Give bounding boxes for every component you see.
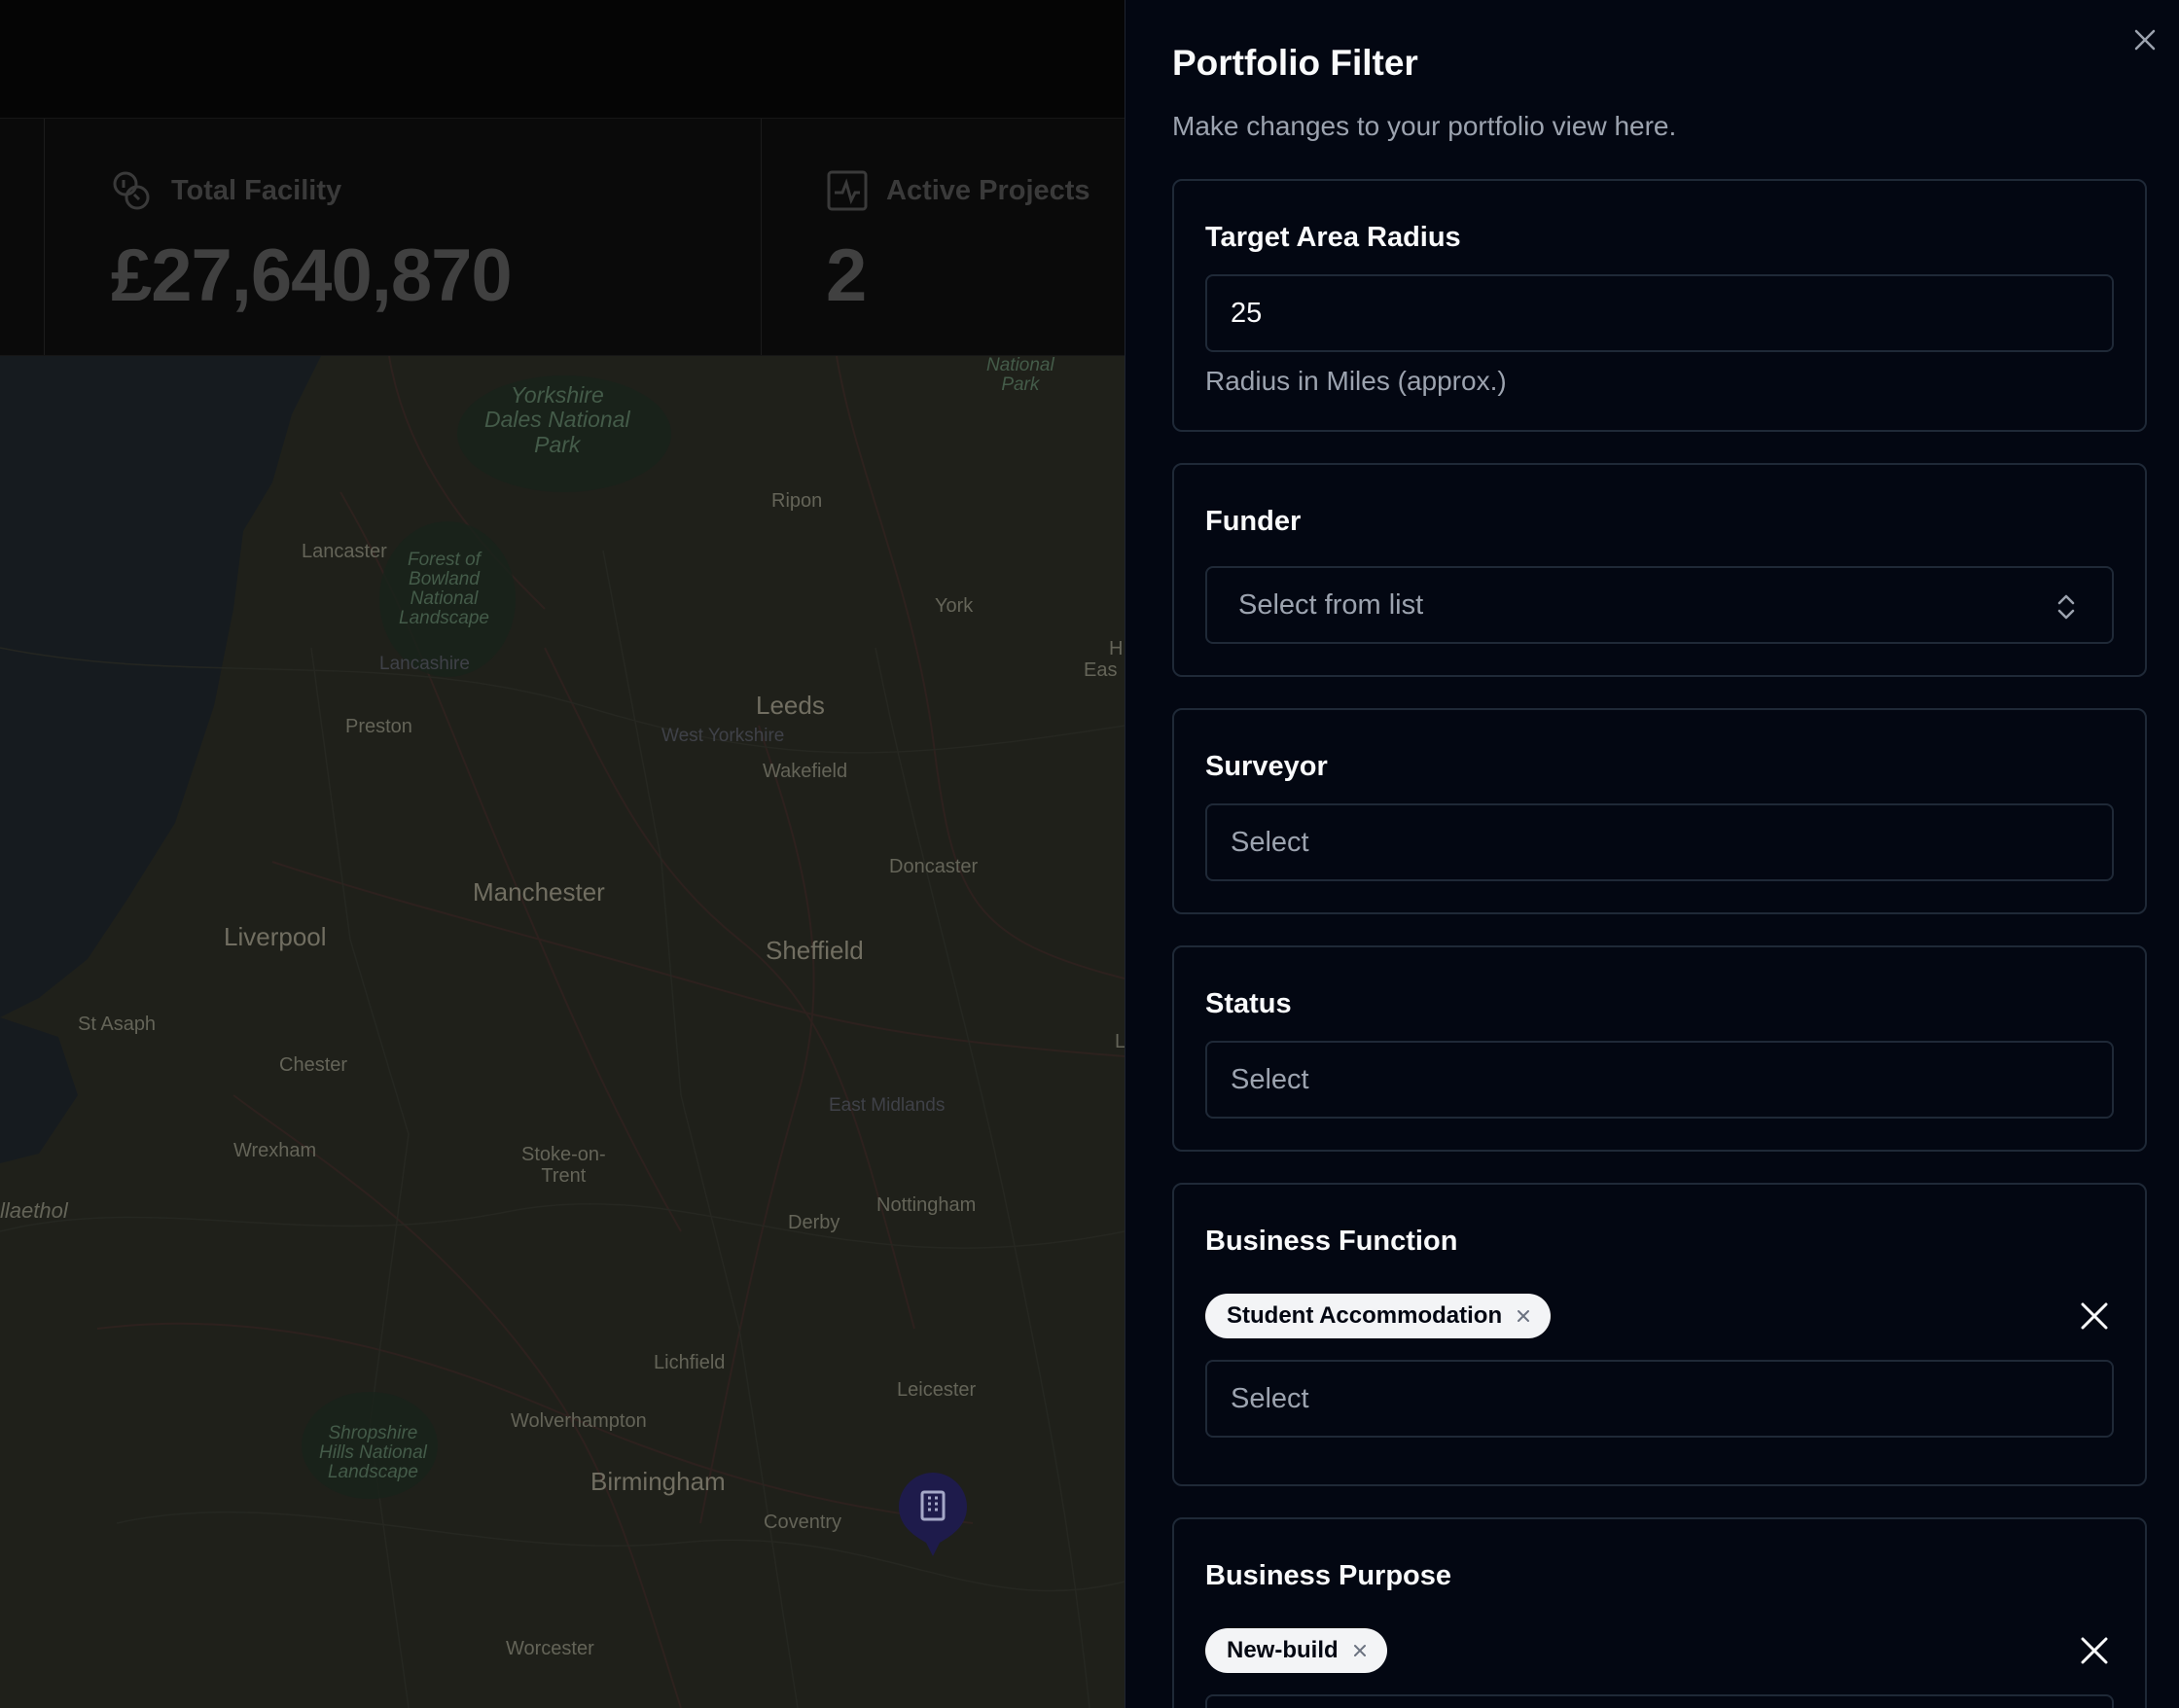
business-function-label: Business Function (1205, 1226, 1458, 1257)
stat-label-active-projects: Active Projects (886, 174, 1090, 206)
chip-student-accommodation: Student Accommodation (1205, 1294, 1552, 1338)
funder-placeholder: Select from list (1238, 588, 1424, 621)
stat-card-total-facility: Total Facility £27,640,870 (45, 119, 762, 355)
status-card: Status Select (1172, 945, 2147, 1152)
map[interactable]: Yorkshire Dales National Park National P… (0, 356, 1125, 1708)
dashboard-header (0, 0, 1125, 119)
chevron-up-down-icon (2057, 594, 2075, 620)
radius-hint: Radius in Miles (approx.) (1205, 366, 1507, 396)
surveyor-card: Surveyor Select (1172, 708, 2147, 914)
building-marker-icon[interactable] (897, 1471, 969, 1558)
drawer-description: Make changes to your portfolio view here… (1172, 111, 1677, 141)
radius-input[interactable]: 25 (1205, 274, 2114, 352)
stats-gutter (0, 119, 45, 355)
business-purpose-label: Business Purpose (1205, 1560, 1452, 1591)
status-select[interactable]: Select (1205, 1041, 2114, 1119)
business-purpose-select[interactable] (1205, 1694, 2114, 1708)
stats-row: Total Facility £27,640,870 Active Projec… (0, 119, 1125, 356)
chip-remove-icon[interactable] (1352, 1643, 1368, 1658)
funder-select[interactable]: Select from list (1205, 566, 2114, 644)
chip-label: Student Accommodation (1227, 1302, 1503, 1329)
funder-label: Funder (1205, 506, 1302, 537)
stat-value-total-facility: £27,640,870 (111, 234, 513, 317)
activity-icon (827, 170, 868, 211)
status-label: Status (1205, 988, 1292, 1019)
chip-new-build: New-build (1205, 1628, 1387, 1673)
clear-business-function-icon[interactable] (2079, 1300, 2110, 1332)
chip-label: New-build (1227, 1637, 1339, 1663)
business-function-card: Business Function Student Accommodation … (1172, 1183, 2147, 1486)
coins-icon (113, 171, 150, 210)
stat-value-active-projects: 2 (826, 234, 867, 317)
radius-label: Target Area Radius (1205, 222, 1461, 253)
funder-card: Funder Select from list (1172, 463, 2147, 677)
surveyor-label: Surveyor (1205, 751, 1328, 782)
business-purpose-card: Business Purpose New-build (1172, 1517, 2147, 1708)
chip-remove-icon[interactable] (1516, 1308, 1531, 1324)
surveyor-select[interactable]: Select (1205, 803, 2114, 881)
stat-card-active-projects: Active Projects 2 (762, 119, 1125, 355)
drawer-title: Portfolio Filter (1172, 43, 1418, 83)
radius-card: Target Area Radius 25 Radius in Miles (a… (1172, 179, 2147, 432)
close-icon[interactable] (2130, 25, 2160, 54)
portfolio-filter-drawer: Portfolio Filter Make changes to your po… (1125, 0, 2179, 1708)
business-function-select[interactable]: Select (1205, 1360, 2114, 1438)
clear-business-purpose-icon[interactable] (2079, 1635, 2110, 1666)
stat-label-total-facility: Total Facility (171, 174, 342, 206)
